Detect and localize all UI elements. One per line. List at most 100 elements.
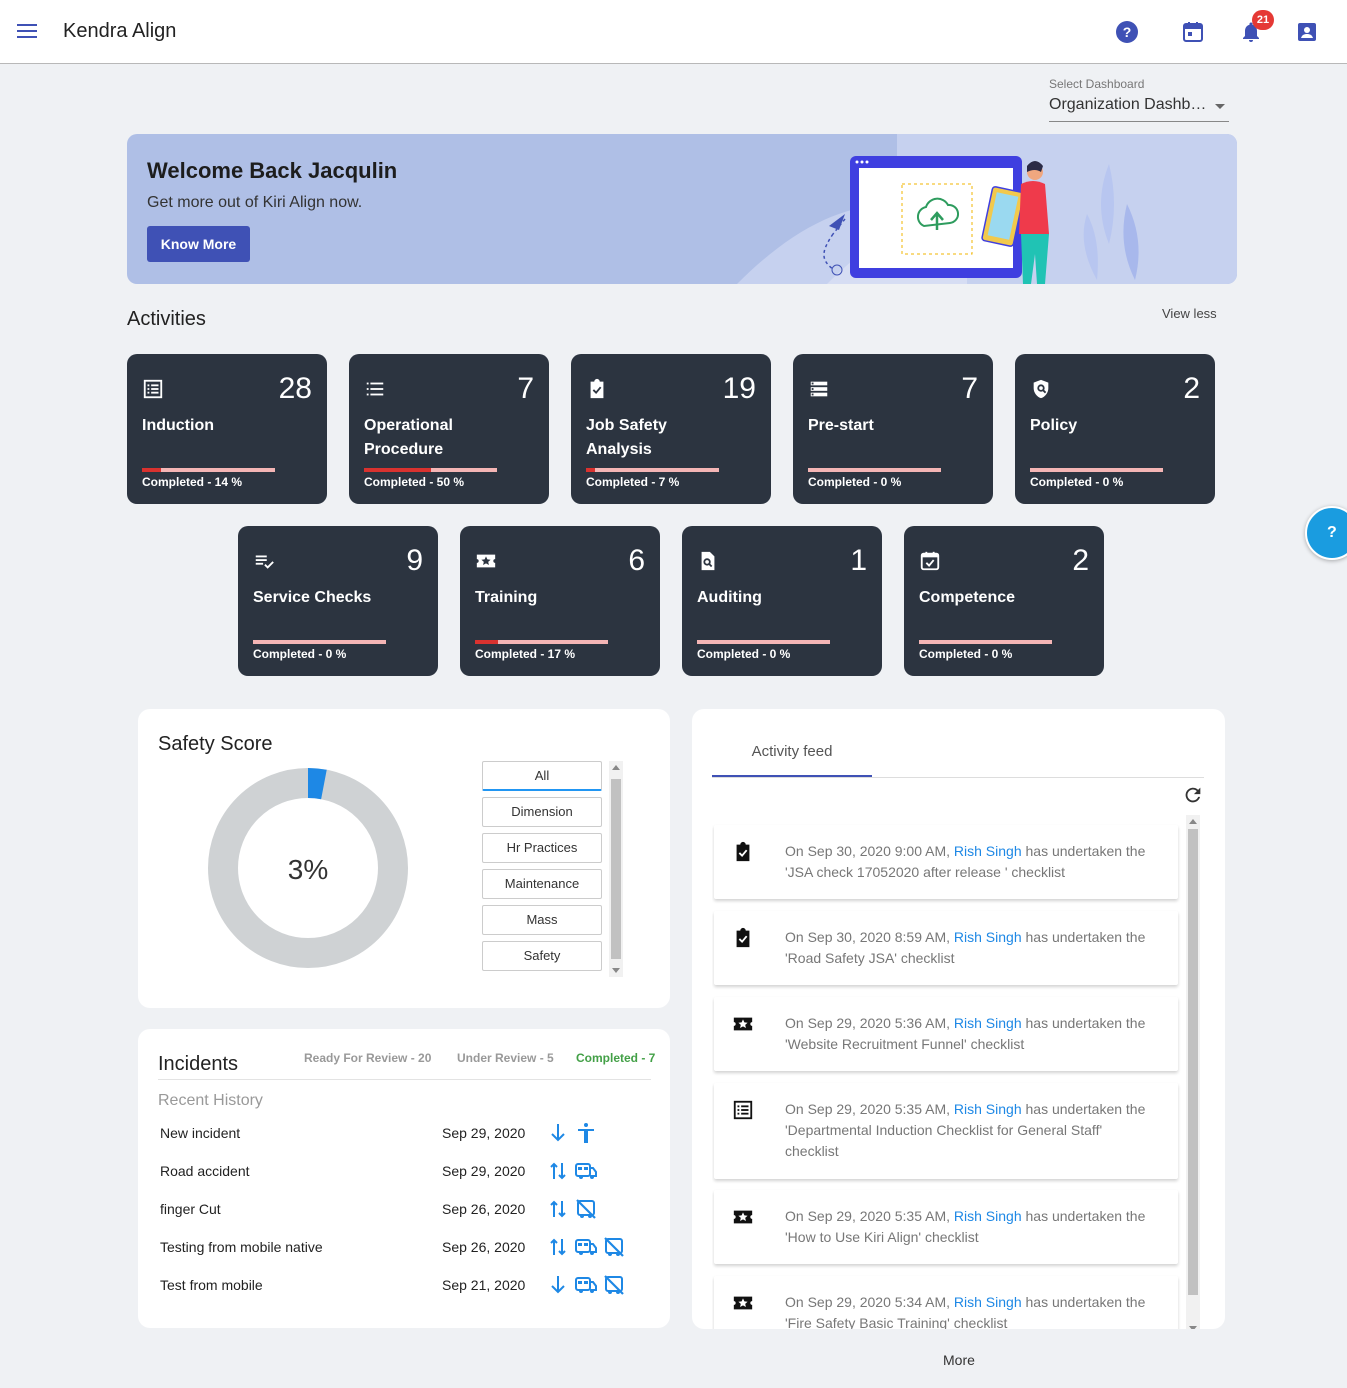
hamburger-menu-icon[interactable] (17, 24, 37, 40)
activity-label: Auditing (697, 589, 762, 606)
completion-progress-bar (253, 640, 386, 644)
tab-activity-feed[interactable]: Activity feed (712, 733, 872, 777)
feed-item-text: On Sep 29, 2020 5:36 AM, Rish Singh has … (785, 1015, 1146, 1052)
clipboard-check-icon (732, 841, 754, 863)
bus-icon[interactable] (574, 1235, 598, 1259)
clipboard-check-icon (586, 378, 608, 400)
banner-subtitle: Get more out of Kiri Align now. (147, 194, 363, 211)
activity-card-pre-start[interactable]: 7 Pre-start Completed - 0 % (793, 354, 993, 504)
filter-button-mass[interactable]: Mass (482, 905, 602, 935)
feed-user-link[interactable]: Rish Singh (954, 929, 1022, 945)
activity-card-policy[interactable]: 2 Policy Completed - 0 % (1015, 354, 1215, 504)
account-box-icon[interactable] (1295, 20, 1319, 44)
activity-card-induction[interactable]: 28 Induction Completed - 14 % (127, 354, 327, 504)
incident-name: Testing from mobile native (160, 1239, 323, 1255)
ready-for-review-count[interactable]: Ready For Review - 20 (304, 1051, 431, 1065)
caret-down-icon (1215, 104, 1225, 109)
under-review-count[interactable]: Under Review - 5 (457, 1051, 554, 1065)
storage-icon (808, 378, 830, 400)
scroll-down-arrow-icon[interactable] (612, 968, 620, 973)
swap-vert-icon[interactable] (546, 1235, 570, 1259)
filter-button-maintenance[interactable]: Maintenance (482, 869, 602, 899)
completion-text: Completed - 14 % (142, 475, 243, 489)
scrollbar-thumb[interactable] (611, 779, 621, 959)
incident-row[interactable]: finger Cut Sep 26, 2020 (160, 1197, 640, 1221)
feed-user-link[interactable]: Rish Singh (954, 1208, 1022, 1224)
feed-user-link[interactable]: Rish Singh (954, 1294, 1022, 1310)
refresh-icon[interactable] (1182, 784, 1204, 806)
feed-item: On Sep 29, 2020 5:35 AM, Rish Singh has … (714, 1190, 1178, 1264)
notification-count-badge: 21 (1252, 10, 1274, 30)
incident-date: Sep 29, 2020 (442, 1163, 526, 1179)
completed-count[interactable]: Completed - 7 (576, 1051, 655, 1065)
incidents-panel: Incidents Ready For Review - 20 Under Re… (138, 1029, 670, 1328)
bus-icon[interactable] (574, 1159, 598, 1183)
filter-button-dimension[interactable]: Dimension (482, 797, 602, 827)
incident-date: Sep 26, 2020 (442, 1201, 526, 1217)
activity-count: 6 (628, 544, 645, 577)
activity-card-operational-procedure[interactable]: 7 Operational Procedure Completed - 50 % (349, 354, 549, 504)
incident-date: Sep 21, 2020 (442, 1277, 526, 1293)
activity-card-job-safety-analysis[interactable]: 19 Job Safety Analysis Completed - 7 % (571, 354, 771, 504)
feed-scrollbar[interactable] (1186, 815, 1200, 1329)
swap-vert-icon[interactable] (546, 1197, 570, 1221)
feed-item: On Sep 30, 2020 9:00 AM, Rish Singh has … (714, 825, 1178, 899)
clipboard-check-icon (732, 927, 754, 949)
incident-name: finger Cut (160, 1201, 221, 1217)
scroll-up-arrow-icon[interactable] (612, 765, 620, 770)
scroll-up-arrow-icon[interactable] (1189, 819, 1197, 824)
incident-name: New incident (160, 1125, 241, 1141)
view-less-link[interactable]: View less (1162, 306, 1217, 321)
calendar-icon[interactable] (1181, 20, 1205, 44)
safety-score-title: Safety Score (158, 733, 273, 755)
activity-card-auditing[interactable]: 1 Auditing Completed - 0 % (682, 526, 882, 676)
filter-button-safety[interactable]: Safety (482, 941, 602, 971)
activity-label: Operational Procedure (364, 417, 453, 458)
feed-user-link[interactable]: Rish Singh (954, 1015, 1022, 1031)
feed-user-link[interactable]: Rish Singh (954, 1101, 1022, 1117)
bus-off-icon[interactable] (602, 1235, 626, 1259)
filter-button-hr-practices[interactable]: Hr Practices (482, 833, 602, 863)
arrow-down-icon[interactable] (546, 1273, 570, 1297)
swap-vert-icon[interactable] (546, 1159, 570, 1183)
activity-count: 7 (517, 372, 534, 405)
bus-icon[interactable] (574, 1273, 598, 1297)
completion-text: Completed - 0 % (697, 647, 791, 661)
find-document-icon (697, 550, 719, 572)
arrow-down-icon[interactable] (546, 1121, 570, 1145)
select-dashboard-dropdown[interactable]: Organization Dashboard (1049, 96, 1229, 122)
activity-count: 2 (1183, 372, 1200, 405)
activity-card-service-checks[interactable]: 9 Service Checks Completed - 0 % (238, 526, 438, 676)
know-more-button[interactable]: Know More (147, 226, 250, 262)
more-button[interactable]: More (943, 1352, 975, 1368)
incident-row[interactable]: Test from mobile Sep 21, 2020 (160, 1273, 640, 1297)
scroll-down-arrow-icon[interactable] (1189, 1326, 1197, 1329)
incident-date: Sep 29, 2020 (442, 1125, 526, 1141)
feed-user-link[interactable]: Rish Singh (954, 843, 1022, 859)
activity-count: 19 (722, 372, 756, 405)
filter-button-all[interactable]: All (482, 761, 602, 791)
calendar-check-icon (919, 550, 941, 572)
incident-row[interactable]: Testing from mobile native Sep 26, 2020 (160, 1235, 640, 1259)
bus-off-icon[interactable] (602, 1273, 626, 1297)
completion-progress-bar (364, 468, 497, 472)
help-icon[interactable]: ? (1115, 20, 1139, 44)
bus-off-icon[interactable] (574, 1197, 598, 1221)
recent-history-title: Recent History (158, 1092, 263, 1109)
completion-progress-bar (1030, 468, 1163, 472)
help-chat-button[interactable]: ? (1305, 506, 1347, 560)
activity-card-competence[interactable]: 2 Competence Completed - 0 % (904, 526, 1104, 676)
accessibility-icon[interactable] (574, 1121, 598, 1145)
activity-label: Induction (142, 417, 214, 434)
bullet-list-icon (364, 378, 386, 400)
safety-score-value: 3% (287, 854, 329, 885)
completion-text: Completed - 0 % (808, 475, 902, 489)
incident-date: Sep 26, 2020 (442, 1239, 526, 1255)
incident-row[interactable]: New incident Sep 29, 2020 (160, 1121, 640, 1145)
filter-scrollbar[interactable] (609, 761, 623, 977)
scrollbar-thumb[interactable] (1188, 829, 1198, 1295)
activity-count: 1 (850, 544, 867, 577)
feed-item-text: On Sep 29, 2020 5:35 AM, Rish Singh has … (785, 1208, 1146, 1245)
activity-card-training[interactable]: 6 Training Completed - 17 % (460, 526, 660, 676)
incident-row[interactable]: Road accident Sep 29, 2020 (160, 1159, 640, 1183)
